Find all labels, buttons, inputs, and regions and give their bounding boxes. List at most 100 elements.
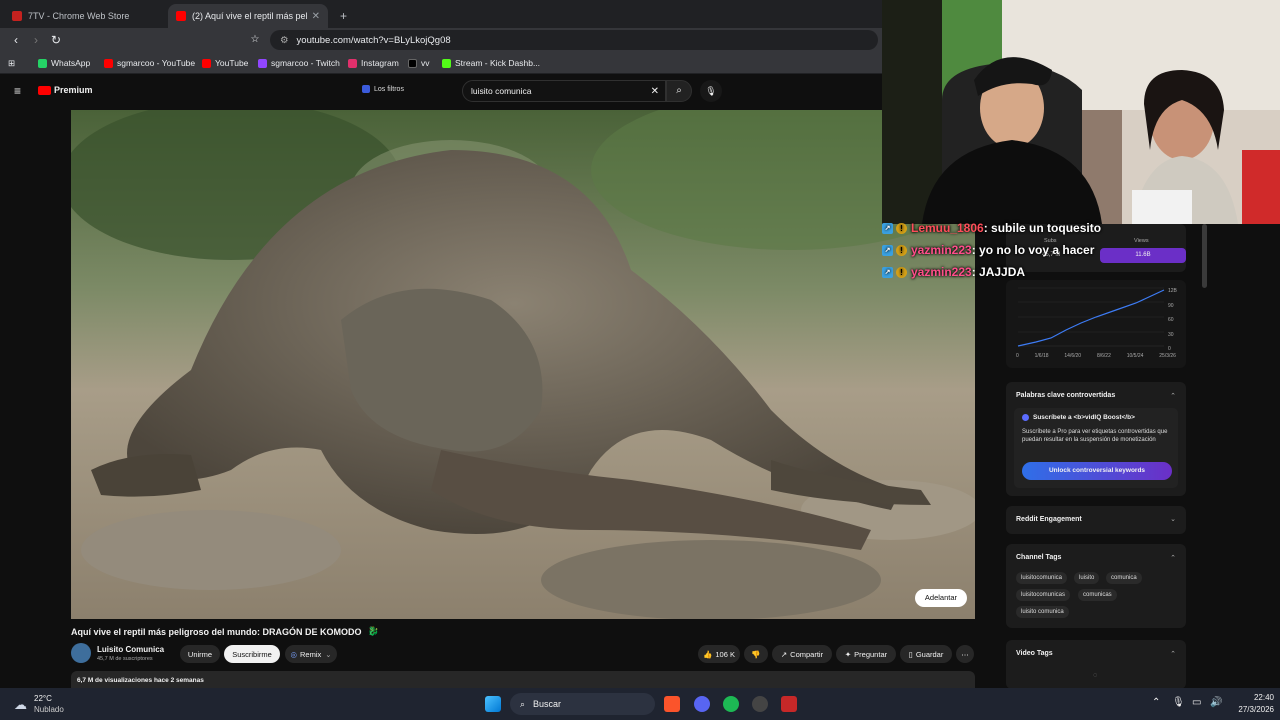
- network-icon[interactable]: ▭: [1192, 697, 1201, 708]
- tag-pill[interactable]: comunica: [1106, 572, 1142, 584]
- new-tab-button[interactable]: +: [332, 4, 352, 28]
- like-button[interactable]: 👍 106 K: [698, 645, 740, 663]
- reddit-engagement-card[interactable]: Reddit Engagement ⌄: [1006, 506, 1186, 534]
- youtube-icon: [104, 58, 113, 68]
- panel-scrollbar[interactable]: [1202, 224, 1207, 288]
- y-tick: 12B: [1168, 288, 1177, 294]
- tag-pill[interactable]: luisito comunica: [1016, 606, 1069, 618]
- clock-date[interactable]: 27/3/2026: [1224, 705, 1274, 714]
- chevron-up-icon[interactable]: ⌃: [1152, 697, 1160, 708]
- twitch-icon: [258, 58, 267, 68]
- skip-forward-button[interactable]: Adelantar: [914, 589, 967, 607]
- tag-pill[interactable]: comunicas: [1078, 589, 1117, 601]
- tab-chrome-web-store[interactable]: 7TV - Chrome Web Store: [4, 4, 166, 28]
- search-icon[interactable]: ⌕: [666, 80, 692, 102]
- address-bar[interactable]: ⚙ youtube.com/watch?v=BLyLkojQg08: [270, 30, 878, 50]
- channel-avatar[interactable]: [71, 643, 91, 663]
- microphone-icon[interactable]: 🎙: [1172, 697, 1185, 708]
- more-actions-icon[interactable]: ⋯: [956, 645, 974, 663]
- tab-title: 7TV - Chrome Web Store: [28, 11, 130, 21]
- search-input[interactable]: luisito comunica ✕: [462, 80, 666, 102]
- site-info-icon[interactable]: ⚙: [280, 35, 289, 46]
- controversial-keywords-card: Palabras clave controvertidas ⌃ Suscríbe…: [1006, 382, 1186, 496]
- tag-pill[interactable]: luisitocomunicas: [1016, 589, 1071, 601]
- bookmark-star-icon[interactable]: ☆: [247, 32, 263, 48]
- bookmark-instagram[interactable]: Instagram: [348, 56, 399, 70]
- reload-icon[interactable]: ↻: [48, 32, 64, 48]
- channel-tags-title: Channel Tags: [1016, 554, 1062, 561]
- chat-message: ↗ ! yazmin223 : yo no lo voy a hacer: [882, 240, 1094, 260]
- whatsapp-icon: [38, 58, 47, 68]
- channel-name[interactable]: Luisito Comunica: [97, 645, 164, 654]
- channel-tags-card: Channel Tags ⌃ luisitocomunica luisito c…: [1006, 544, 1186, 628]
- chat-sub-badge-icon: !: [896, 222, 907, 234]
- chart-y-ticks: 12B 90 60 30 0: [1168, 284, 1177, 357]
- bookmark-whatsapp[interactable]: WhatsApp: [38, 56, 90, 70]
- chevron-up-icon[interactable]: ⌃: [1170, 650, 1176, 658]
- menu-icon[interactable]: ≡: [14, 84, 21, 98]
- stream-app-icon[interactable]: [781, 696, 797, 712]
- weather-desc[interactable]: Nublado: [34, 705, 64, 714]
- tag-pill[interactable]: luisito: [1074, 572, 1100, 584]
- remix-button[interactable]: ◎ Remix ⌄: [285, 645, 337, 663]
- obs-icon[interactable]: [752, 696, 768, 712]
- taskbar-search[interactable]: ⌕ Buscar: [510, 693, 655, 715]
- search-icon: ⌕: [520, 698, 526, 709]
- views-line[interactable]: 6,7 M de visualizaciones hace 2 semanas: [71, 671, 975, 688]
- views-label: Views: [1134, 238, 1149, 244]
- webcam-overlay: [882, 0, 1280, 224]
- dislike-button[interactable]: 👎: [744, 645, 768, 663]
- youtube-icon: [176, 11, 186, 21]
- windows-start-icon[interactable]: [485, 696, 501, 712]
- x-tick: 1/6/18: [1034, 353, 1049, 359]
- chevron-down-icon: ⌄: [325, 649, 332, 659]
- bookmark-kick[interactable]: Stream - Kick Dashb...: [442, 56, 540, 70]
- close-tab-icon[interactable]: ✕: [312, 11, 320, 22]
- chat-message: ↗ ! yazmin223 : JAJJDA: [882, 262, 1025, 282]
- back-icon[interactable]: ‹: [8, 32, 24, 48]
- bookmark-youtube[interactable]: YouTube: [202, 56, 248, 70]
- clock-time[interactable]: 22:40: [1234, 693, 1274, 702]
- chevron-up-icon[interactable]: ⌃: [1170, 392, 1176, 400]
- chat-username[interactable]: yazmin223: [911, 265, 972, 279]
- chat-message: ↗ ! Lemuu_1806 : subile un toquesito: [882, 218, 1101, 238]
- chevron-up-icon[interactable]: ⌃: [1170, 554, 1176, 562]
- subscribe-button[interactable]: Suscribirme: [224, 645, 280, 663]
- chevron-down-icon[interactable]: ⌄: [1170, 515, 1176, 523]
- bookmark-twitch[interactable]: sgmarcoo - Twitch: [258, 56, 340, 70]
- chat-username[interactable]: yazmin223: [911, 243, 972, 257]
- views-value: 11.6B: [1100, 248, 1186, 263]
- filters-button[interactable]: Los filtros: [362, 85, 404, 93]
- join-button[interactable]: Unirme: [180, 645, 220, 663]
- chart-x-ticks: 0 1/6/18 14/6/20 8/6/22 10/5/24 25/3/26: [1016, 353, 1176, 359]
- share-button[interactable]: ↗ Compartir: [772, 645, 832, 663]
- y-tick: 60: [1168, 317, 1174, 323]
- dragon-emoji-icon: 🐉: [367, 626, 379, 636]
- vidiq-icon: [1022, 414, 1029, 421]
- instagram-icon: [348, 58, 357, 68]
- apps-icon[interactable]: ⊞: [8, 56, 15, 70]
- filter-icon: [362, 85, 370, 93]
- chat-text: : subile un toquesito: [983, 221, 1102, 235]
- bookmark-sgmarcoo-youtube[interactable]: sgmarcoo - YouTube: [104, 56, 195, 70]
- keywords-title: Palabras clave controvertidas: [1016, 392, 1116, 399]
- save-button[interactable]: ▯ Guardar: [900, 645, 952, 663]
- sparkle-icon: ✦: [844, 649, 852, 659]
- tab-youtube-video[interactable]: (2) Aquí vive el reptil más pel ✕: [168, 4, 328, 28]
- youtube-logo[interactable]: Premium: [38, 85, 93, 95]
- microphone-icon[interactable]: 🎙: [700, 80, 722, 102]
- volume-icon[interactable]: 🔊: [1210, 697, 1222, 708]
- video-player[interactable]: Adelantar: [71, 110, 975, 619]
- spotify-icon[interactable]: [723, 696, 739, 712]
- discord-icon[interactable]: [694, 696, 710, 712]
- chat-username[interactable]: Lemuu_1806: [911, 221, 984, 235]
- ask-button[interactable]: ✦ Preguntar: [836, 645, 896, 663]
- clear-search-icon[interactable]: ✕: [651, 86, 659, 97]
- url-text: youtube.com/watch?v=BLyLkojQg08: [296, 34, 451, 46]
- brave-icon[interactable]: [664, 696, 680, 712]
- forward-icon[interactable]: ›: [28, 32, 44, 48]
- tag-pill[interactable]: luisitocomunica: [1016, 572, 1068, 584]
- weather-temp[interactable]: 22°C: [34, 694, 52, 703]
- unlock-keywords-button[interactable]: Unlock controversial keywords: [1022, 462, 1172, 480]
- bookmark-vv[interactable]: vv: [408, 56, 430, 70]
